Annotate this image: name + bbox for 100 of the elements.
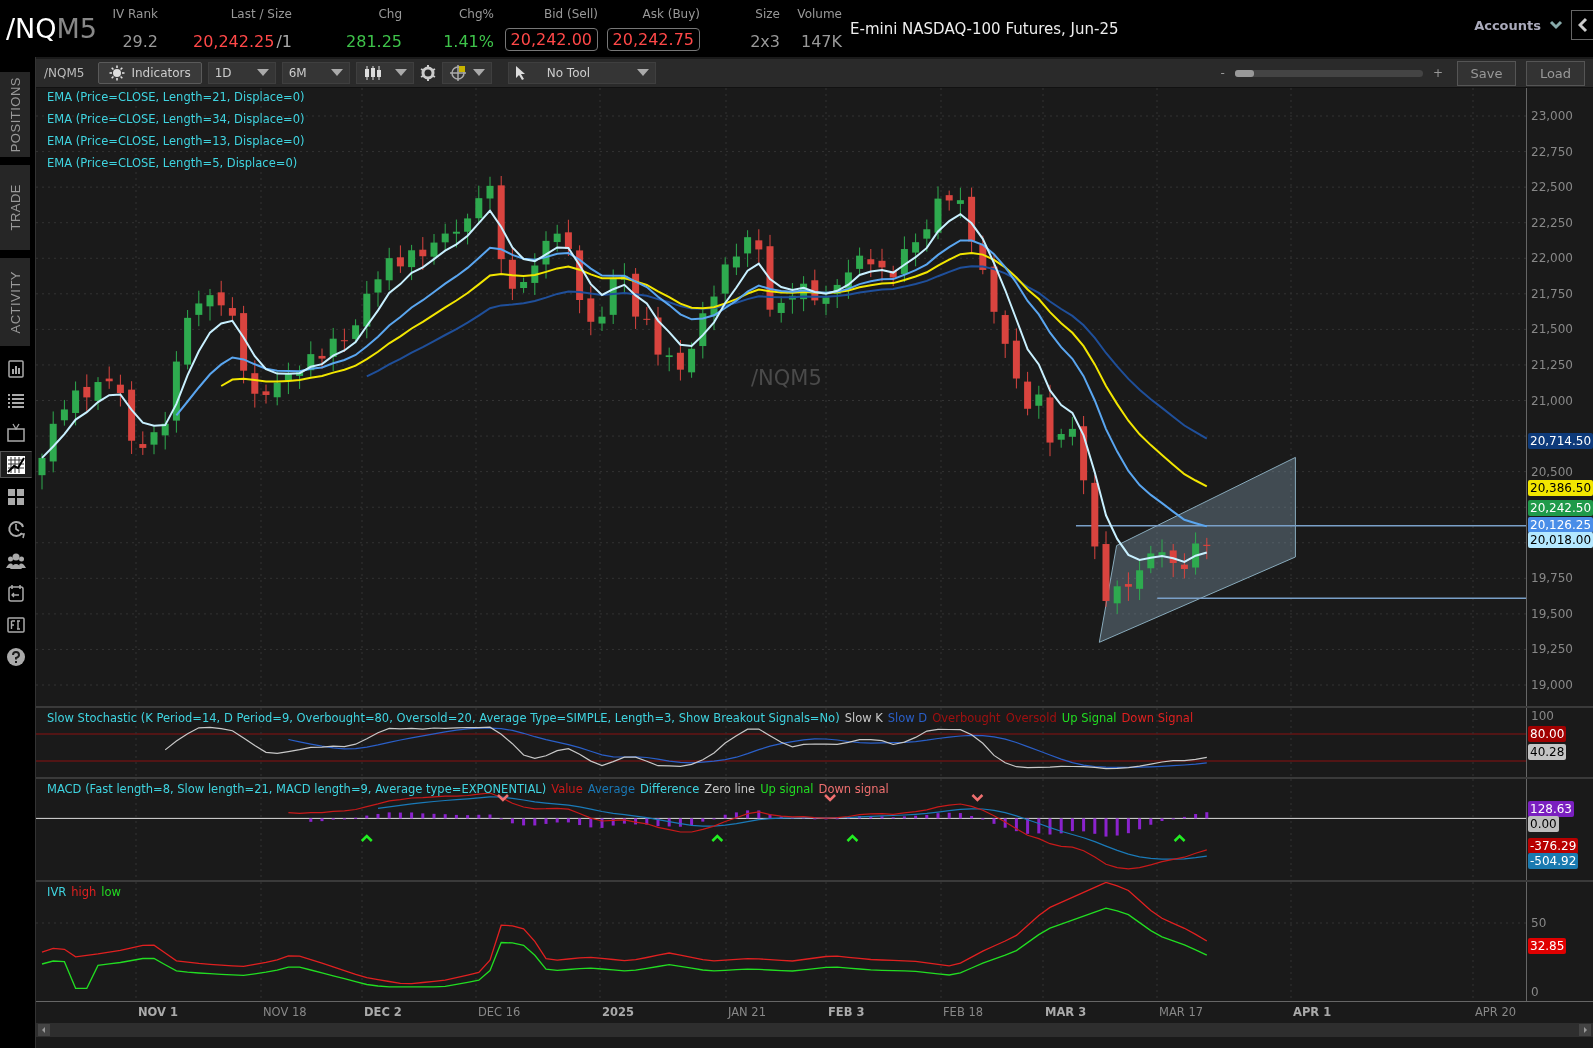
indicators-button[interactable]: Indicators bbox=[98, 62, 202, 84]
drawing-tools-dropdown[interactable] bbox=[441, 62, 492, 84]
candlestick bbox=[94, 376, 102, 411]
candlestick bbox=[475, 185, 483, 225]
study-label[interactable]: EMA (Price=CLOSE, Length=34, Displace=0) bbox=[47, 111, 305, 127]
study-label[interactable]: EMA (Price=CLOSE, Length=5, Displace=0) bbox=[47, 155, 305, 171]
settings-icon bbox=[419, 65, 436, 81]
scroll-right-icon[interactable] bbox=[1579, 1024, 1591, 1036]
date-axis-label: DEC 16 bbox=[478, 1005, 521, 1019]
range-dropdown[interactable]: 6M bbox=[281, 62, 350, 84]
toolbar-button[interactable]: Load bbox=[1526, 60, 1585, 86]
date-axis-label: 2025 bbox=[602, 1005, 634, 1019]
date-axis-label: NOV 18 bbox=[263, 1005, 307, 1019]
legend-label: Difference bbox=[640, 782, 700, 796]
quote-value-box[interactable]: 20,242.75 bbox=[606, 27, 700, 51]
zoom-slider[interactable] bbox=[1234, 69, 1423, 77]
slider-thumb[interactable] bbox=[1234, 69, 1254, 77]
sidebar-tab[interactable]: TRADE bbox=[0, 165, 30, 250]
quote-value: 1.41% bbox=[443, 31, 494, 51]
quote-label: Bid (Sell) bbox=[543, 6, 598, 21]
sidebar-icon-button[interactable] bbox=[0, 451, 32, 478]
zoom-out-button[interactable]: - bbox=[1216, 66, 1229, 80]
legend-label: Value bbox=[551, 782, 583, 796]
chart-icon bbox=[6, 454, 26, 475]
value-tag: 32.85 bbox=[1528, 938, 1567, 955]
date-axis-label: JAN 21 bbox=[728, 1005, 766, 1019]
sidebar-tab[interactable]: POSITIONS bbox=[0, 72, 30, 157]
candlestick bbox=[990, 253, 998, 325]
scroll-left-icon[interactable] bbox=[38, 1024, 50, 1036]
fi-icon bbox=[6, 614, 26, 635]
candlestick bbox=[1001, 309, 1009, 359]
legend-label: Up signal bbox=[760, 782, 814, 796]
caret-icon bbox=[394, 69, 407, 77]
quote-value-box[interactable]: 20,242.00 bbox=[504, 27, 598, 51]
candlestick bbox=[262, 384, 270, 405]
candlestick bbox=[105, 366, 113, 390]
candlestick bbox=[889, 265, 897, 287]
symbol-month: M5 bbox=[56, 13, 98, 44]
up-signal-marker bbox=[1173, 834, 1186, 842]
candlestick bbox=[934, 185, 942, 240]
quote-label: IV Rank bbox=[112, 6, 158, 21]
candlestick bbox=[1203, 537, 1211, 560]
timeframe-dropdown[interactable]: 1D bbox=[207, 62, 276, 84]
legend-label: low bbox=[101, 885, 121, 899]
grid-icon bbox=[6, 486, 26, 507]
calendar-icon bbox=[6, 582, 26, 603]
candlestick bbox=[195, 290, 203, 327]
value-tag: 128.63 bbox=[1528, 801, 1574, 818]
candlestick bbox=[542, 230, 550, 280]
price-axis-label: 19,500 bbox=[1531, 606, 1573, 621]
indicator-title[interactable]: MACD (Fast length=8, Slow length=21, MACD length=9, Average type=EXPONENTIAL) bbox=[47, 782, 547, 796]
candlestick bbox=[83, 373, 91, 412]
candlestick bbox=[800, 275, 808, 312]
up-signal-marker bbox=[711, 834, 724, 842]
candlestick bbox=[396, 244, 404, 274]
candlestick bbox=[464, 213, 472, 245]
candlestick bbox=[1068, 416, 1076, 446]
candlestick bbox=[1136, 559, 1144, 601]
candlestick bbox=[217, 280, 225, 317]
candlestick bbox=[184, 309, 192, 370]
study-label[interactable]: EMA (Price=CLOSE, Length=13, Displace=0) bbox=[47, 133, 305, 149]
price-axis-label: 22,250 bbox=[1531, 215, 1573, 230]
legend-label: Down Signal bbox=[1121, 711, 1194, 725]
accounts-dropdown[interactable]: Accounts bbox=[1474, 17, 1563, 33]
quote-value: 20,242.25 bbox=[193, 31, 275, 51]
candlestick bbox=[38, 453, 46, 490]
indicator-title[interactable]: Slow Stochastic (K Period=14, D Period=9, Overbought=80, Oversold=20, Average Type=SIMPLE, Length=3, Show Breakout Signals=No) bbox=[47, 711, 840, 725]
settings-button[interactable] bbox=[419, 65, 436, 81]
quote-value: 281.25 bbox=[346, 31, 402, 51]
candlestick bbox=[822, 285, 830, 316]
horizontal-scrollbar[interactable] bbox=[36, 1023, 1593, 1037]
clock-icon bbox=[6, 518, 26, 539]
study-label[interactable]: EMA (Price=CLOSE, Length=21, Displace=0) bbox=[47, 89, 305, 105]
candlestick bbox=[363, 280, 371, 339]
chart-type-dropdown[interactable] bbox=[355, 62, 414, 84]
candlestick bbox=[710, 285, 718, 331]
candlestick bbox=[1035, 385, 1043, 420]
candlestick bbox=[441, 223, 449, 252]
candlestick bbox=[385, 247, 393, 291]
indicator-title[interactable]: IVR bbox=[47, 885, 67, 899]
up-signal-marker bbox=[360, 834, 373, 842]
axis-label: 100 bbox=[1531, 709, 1554, 723]
collapse-button[interactable] bbox=[1571, 10, 1593, 40]
report-icon bbox=[6, 358, 26, 379]
candlestick bbox=[296, 365, 304, 390]
price-tag: 20,126.25 bbox=[1528, 516, 1593, 533]
drawing-tool-dropdown[interactable]: No Tool bbox=[507, 62, 656, 84]
zoom-in-button[interactable]: + bbox=[1428, 66, 1447, 80]
toolbar-button[interactable]: Save bbox=[1457, 60, 1516, 86]
candlestick bbox=[699, 301, 707, 359]
quote-value: 2x3 bbox=[750, 31, 780, 51]
sidebar-tab[interactable]: ACTIVITY bbox=[0, 258, 30, 346]
cursor-icon bbox=[514, 65, 527, 81]
candlestick bbox=[912, 233, 920, 267]
caret-icon bbox=[636, 69, 649, 77]
candlestick bbox=[721, 256, 729, 304]
candlestick bbox=[1192, 531, 1200, 576]
axis-label: 50 bbox=[1531, 916, 1547, 930]
candlestick bbox=[408, 244, 416, 281]
candlestick bbox=[900, 235, 908, 283]
